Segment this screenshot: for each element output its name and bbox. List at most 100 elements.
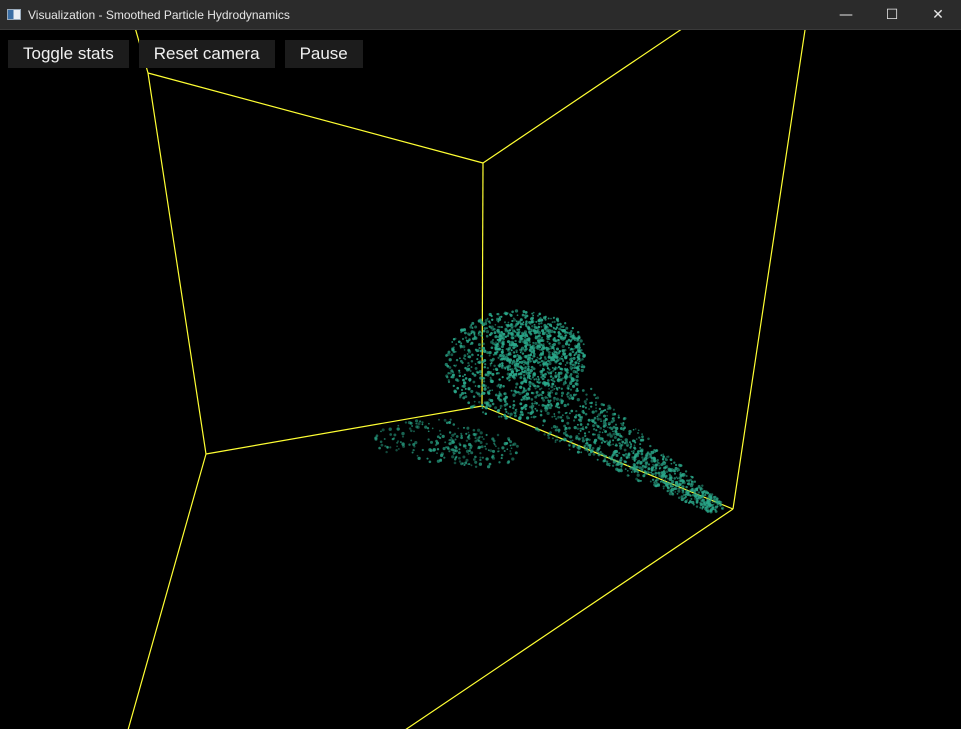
particle <box>412 448 415 452</box>
particle <box>595 429 598 432</box>
particle <box>465 367 469 371</box>
particle <box>512 317 515 320</box>
particle <box>375 434 379 438</box>
particle <box>483 327 487 330</box>
particle <box>546 329 550 333</box>
particle <box>570 409 574 413</box>
particle <box>485 433 488 437</box>
particle <box>697 485 701 488</box>
particle <box>448 431 452 434</box>
title-bar[interactable]: Visualization - Smoothed Particle Hydrod… <box>0 0 961 30</box>
particle <box>662 455 665 459</box>
scene-canvas[interactable] <box>0 30 961 729</box>
particle <box>581 389 585 392</box>
particle <box>417 456 421 461</box>
particle <box>522 363 525 366</box>
particle <box>624 438 628 442</box>
particle <box>461 337 465 341</box>
particle <box>481 407 484 409</box>
particle <box>611 416 615 420</box>
particle <box>500 326 503 329</box>
particle <box>472 330 476 334</box>
particle <box>540 339 544 342</box>
particle <box>584 448 587 451</box>
particle <box>600 420 603 423</box>
particle <box>471 353 474 356</box>
particle <box>501 362 504 365</box>
particle <box>504 408 507 411</box>
particle <box>491 338 495 342</box>
particle <box>576 387 579 390</box>
particle <box>484 447 488 451</box>
particle <box>499 407 502 410</box>
particle <box>533 378 536 381</box>
particle <box>514 386 518 389</box>
particle <box>662 453 665 456</box>
pause-button[interactable]: Pause <box>284 40 363 68</box>
particle <box>525 381 528 384</box>
particle <box>472 458 476 461</box>
particle <box>505 353 508 356</box>
particle <box>577 373 580 375</box>
close-icon[interactable]: ✕ <box>915 0 961 29</box>
particle <box>527 337 531 341</box>
particle <box>577 342 581 346</box>
particle <box>588 452 592 457</box>
particle <box>512 403 516 407</box>
particle <box>531 312 534 315</box>
particle <box>639 450 642 453</box>
minimize-icon[interactable]: — <box>823 0 869 29</box>
simulation-viewport[interactable]: Toggle stats Reset camera Pause <box>0 30 961 729</box>
particle <box>593 421 597 425</box>
particle <box>453 389 457 393</box>
particle <box>512 406 515 410</box>
particle <box>633 444 636 447</box>
particle <box>438 418 440 421</box>
particle <box>602 403 605 407</box>
particle <box>464 461 468 465</box>
particle <box>573 444 576 448</box>
particle <box>477 439 481 443</box>
particle <box>381 428 385 432</box>
particle <box>537 319 540 322</box>
particle <box>542 374 545 377</box>
particle <box>519 318 523 322</box>
particle <box>500 345 504 349</box>
reset-camera-button[interactable]: Reset camera <box>138 40 275 68</box>
particle <box>468 443 473 447</box>
particle <box>485 403 489 407</box>
particle <box>488 354 491 357</box>
particle <box>481 323 485 327</box>
particle <box>713 500 717 504</box>
particle <box>516 322 520 325</box>
particle <box>581 352 585 355</box>
particle <box>495 341 497 344</box>
box-edge <box>127 453 207 729</box>
particle <box>576 427 580 430</box>
particle <box>553 350 556 353</box>
particle <box>575 437 578 440</box>
particle <box>374 437 378 441</box>
particle <box>515 320 518 323</box>
particle <box>540 336 544 339</box>
particle <box>558 386 561 389</box>
particle <box>515 369 519 372</box>
particle <box>409 421 413 425</box>
particle <box>428 448 432 452</box>
particle <box>506 323 510 327</box>
particle <box>454 438 457 441</box>
particle <box>613 436 617 439</box>
particle <box>666 490 669 493</box>
particle <box>533 352 536 356</box>
particle <box>606 414 608 417</box>
particle <box>644 460 649 464</box>
particle <box>503 311 507 315</box>
particle <box>716 502 720 506</box>
particle <box>564 364 567 366</box>
particle <box>540 325 543 328</box>
particle <box>610 444 612 446</box>
maximize-icon[interactable]: ☐ <box>869 0 915 29</box>
toggle-stats-button[interactable]: Toggle stats <box>8 40 129 68</box>
particle <box>584 426 588 429</box>
particle <box>512 354 517 359</box>
